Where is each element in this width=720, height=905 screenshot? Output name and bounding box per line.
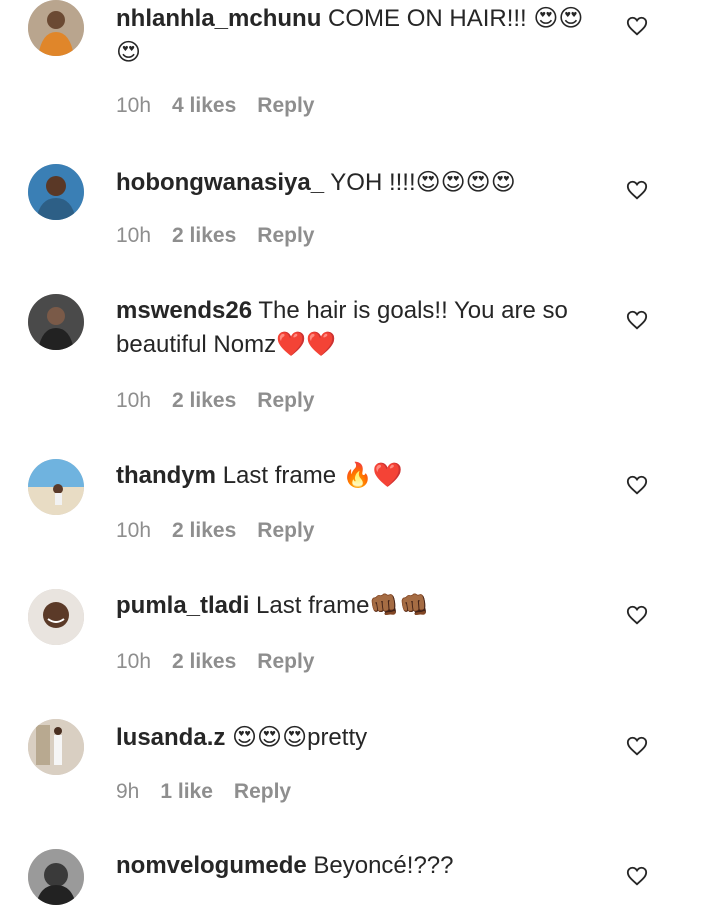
avatar[interactable] [28,0,84,56]
comment-likes[interactable]: 4 likes [172,94,236,118]
comment-username[interactable]: lusanda.z [116,724,225,751]
avatar[interactable] [28,849,84,905]
comment-text: YOH !!!!😍😍😍😍 [330,169,516,196]
comment-likes[interactable]: 2 likes [172,224,236,248]
reply-button[interactable]: Reply [257,519,314,543]
comment-text: Last frame 🔥❤️ [222,462,403,489]
comment-text: Last frame👊🏾👊🏾 [256,592,430,619]
heart-outline-icon[interactable] [626,179,648,201]
comment-time: 10h [116,94,152,117]
comment-time: 10h [116,224,152,247]
comment-likes[interactable]: 2 likes [172,389,236,413]
avatar[interactable] [28,294,84,350]
comment-username[interactable]: thandym [116,462,216,489]
reply-button[interactable]: Reply [257,389,314,413]
reply-button[interactable]: Reply [257,224,314,248]
comment-time: 10h [116,519,152,542]
comment-time: 9h [116,780,140,803]
reply-button[interactable]: Reply [257,94,314,118]
comment-username[interactable]: hobongwanasiya_ [116,169,324,196]
comment-username[interactable]: nhlanhla_mchunu [116,5,321,32]
avatar[interactable] [28,164,84,220]
avatar[interactable] [28,459,84,515]
comment-username[interactable]: pumla_tladi [116,592,249,619]
comment-username[interactable]: nomvelogumede [116,852,307,879]
heart-outline-icon[interactable] [626,865,648,887]
comment-likes[interactable]: 1 like [160,780,213,804]
avatar[interactable] [28,719,84,775]
comment-time: 10h [116,389,152,412]
heart-outline-icon[interactable] [626,474,648,496]
comment-time: 10h [116,650,152,673]
heart-outline-icon[interactable] [626,309,648,331]
comment-text: Beyoncé!??? [313,852,454,879]
heart-outline-icon[interactable] [626,604,648,626]
comment-username[interactable]: mswends26 [116,297,252,324]
comment-likes[interactable]: 2 likes [172,650,236,674]
reply-button[interactable]: Reply [257,650,314,674]
comment-text: 😍😍😍pretty [232,724,368,751]
reply-button[interactable]: Reply [234,780,291,804]
avatar[interactable] [28,589,84,645]
heart-outline-icon[interactable] [626,735,648,757]
heart-outline-icon[interactable] [626,15,648,37]
comment-likes[interactable]: 2 likes [172,519,236,543]
